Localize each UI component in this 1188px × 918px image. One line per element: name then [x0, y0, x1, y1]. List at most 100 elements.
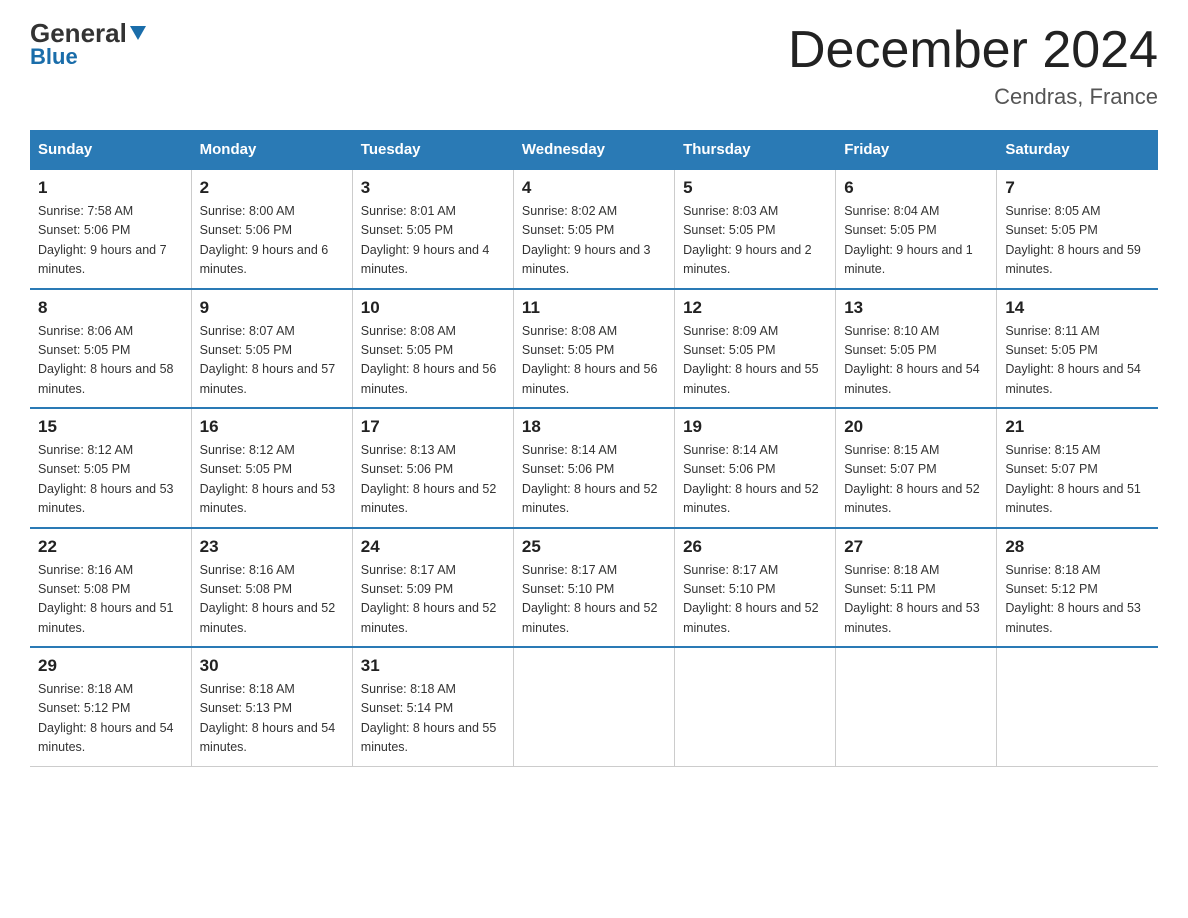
day-info: Sunrise: 8:04 AM Sunset: 5:05 PM Dayligh… — [844, 202, 988, 280]
day-number: 29 — [38, 656, 183, 676]
calendar-week-row: 8 Sunrise: 8:06 AM Sunset: 5:05 PM Dayli… — [30, 289, 1158, 409]
day-info: Sunrise: 8:15 AM Sunset: 5:07 PM Dayligh… — [844, 441, 988, 519]
day-info: Sunrise: 8:06 AM Sunset: 5:05 PM Dayligh… — [38, 322, 183, 400]
col-sunday: Sunday — [30, 131, 191, 170]
day-info: Sunrise: 8:09 AM Sunset: 5:05 PM Dayligh… — [683, 322, 827, 400]
table-row — [997, 647, 1158, 766]
col-wednesday: Wednesday — [513, 131, 674, 170]
table-row — [836, 647, 997, 766]
table-row: 28 Sunrise: 8:18 AM Sunset: 5:12 PM Dayl… — [997, 528, 1158, 648]
col-thursday: Thursday — [675, 131, 836, 170]
day-info: Sunrise: 8:18 AM Sunset: 5:12 PM Dayligh… — [1005, 561, 1150, 639]
day-number: 11 — [522, 298, 666, 318]
day-number: 4 — [522, 178, 666, 198]
logo-triangle-icon — [130, 26, 146, 40]
col-tuesday: Tuesday — [352, 131, 513, 170]
day-number: 31 — [361, 656, 505, 676]
day-number: 23 — [200, 537, 344, 557]
day-number: 17 — [361, 417, 505, 437]
table-row: 23 Sunrise: 8:16 AM Sunset: 5:08 PM Dayl… — [191, 528, 352, 648]
table-row — [675, 647, 836, 766]
logo-blue-text: Blue — [30, 44, 78, 70]
title-section: December 2024 Cendras, France — [788, 20, 1158, 110]
day-info: Sunrise: 8:18 AM Sunset: 5:13 PM Dayligh… — [200, 680, 344, 758]
table-row: 26 Sunrise: 8:17 AM Sunset: 5:10 PM Dayl… — [675, 528, 836, 648]
table-row: 16 Sunrise: 8:12 AM Sunset: 5:05 PM Dayl… — [191, 408, 352, 528]
table-row: 24 Sunrise: 8:17 AM Sunset: 5:09 PM Dayl… — [352, 528, 513, 648]
table-row: 10 Sunrise: 8:08 AM Sunset: 5:05 PM Dayl… — [352, 289, 513, 409]
table-row: 31 Sunrise: 8:18 AM Sunset: 5:14 PM Dayl… — [352, 647, 513, 766]
day-info: Sunrise: 8:14 AM Sunset: 5:06 PM Dayligh… — [522, 441, 666, 519]
day-info: Sunrise: 8:12 AM Sunset: 5:05 PM Dayligh… — [200, 441, 344, 519]
table-row — [513, 647, 674, 766]
calendar-week-row: 22 Sunrise: 8:16 AM Sunset: 5:08 PM Dayl… — [30, 528, 1158, 648]
table-row: 14 Sunrise: 8:11 AM Sunset: 5:05 PM Dayl… — [997, 289, 1158, 409]
day-info: Sunrise: 8:00 AM Sunset: 5:06 PM Dayligh… — [200, 202, 344, 280]
calendar-header-row: Sunday Monday Tuesday Wednesday Thursday… — [30, 131, 1158, 170]
day-info: Sunrise: 8:08 AM Sunset: 5:05 PM Dayligh… — [361, 322, 505, 400]
day-info: Sunrise: 8:13 AM Sunset: 5:06 PM Dayligh… — [361, 441, 505, 519]
day-number: 9 — [200, 298, 344, 318]
table-row: 11 Sunrise: 8:08 AM Sunset: 5:05 PM Dayl… — [513, 289, 674, 409]
table-row: 4 Sunrise: 8:02 AM Sunset: 5:05 PM Dayli… — [513, 169, 674, 289]
day-info: Sunrise: 8:05 AM Sunset: 5:05 PM Dayligh… — [1005, 202, 1150, 280]
day-number: 25 — [522, 537, 666, 557]
day-info: Sunrise: 8:11 AM Sunset: 5:05 PM Dayligh… — [1005, 322, 1150, 400]
day-number: 13 — [844, 298, 988, 318]
table-row: 27 Sunrise: 8:18 AM Sunset: 5:11 PM Dayl… — [836, 528, 997, 648]
calendar-week-row: 15 Sunrise: 8:12 AM Sunset: 5:05 PM Dayl… — [30, 408, 1158, 528]
logo-general-text: General — [30, 20, 146, 46]
day-info: Sunrise: 8:18 AM Sunset: 5:14 PM Dayligh… — [361, 680, 505, 758]
day-number: 21 — [1005, 417, 1150, 437]
day-number: 19 — [683, 417, 827, 437]
day-info: Sunrise: 8:16 AM Sunset: 5:08 PM Dayligh… — [200, 561, 344, 639]
day-number: 6 — [844, 178, 988, 198]
page-header: General Blue December 2024 Cendras, Fran… — [30, 20, 1158, 110]
col-saturday: Saturday — [997, 131, 1158, 170]
table-row: 13 Sunrise: 8:10 AM Sunset: 5:05 PM Dayl… — [836, 289, 997, 409]
table-row: 12 Sunrise: 8:09 AM Sunset: 5:05 PM Dayl… — [675, 289, 836, 409]
day-info: Sunrise: 8:16 AM Sunset: 5:08 PM Dayligh… — [38, 561, 183, 639]
calendar-week-row: 1 Sunrise: 7:58 AM Sunset: 5:06 PM Dayli… — [30, 169, 1158, 289]
table-row: 21 Sunrise: 8:15 AM Sunset: 5:07 PM Dayl… — [997, 408, 1158, 528]
table-row: 29 Sunrise: 8:18 AM Sunset: 5:12 PM Dayl… — [30, 647, 191, 766]
calendar-table: Sunday Monday Tuesday Wednesday Thursday… — [30, 130, 1158, 767]
calendar-week-row: 29 Sunrise: 8:18 AM Sunset: 5:12 PM Dayl… — [30, 647, 1158, 766]
day-number: 18 — [522, 417, 666, 437]
day-number: 2 — [200, 178, 344, 198]
table-row: 19 Sunrise: 8:14 AM Sunset: 5:06 PM Dayl… — [675, 408, 836, 528]
day-number: 12 — [683, 298, 827, 318]
day-number: 28 — [1005, 537, 1150, 557]
table-row: 18 Sunrise: 8:14 AM Sunset: 5:06 PM Dayl… — [513, 408, 674, 528]
table-row: 15 Sunrise: 8:12 AM Sunset: 5:05 PM Dayl… — [30, 408, 191, 528]
day-number: 8 — [38, 298, 183, 318]
day-info: Sunrise: 8:07 AM Sunset: 5:05 PM Dayligh… — [200, 322, 344, 400]
day-number: 22 — [38, 537, 183, 557]
day-info: Sunrise: 8:02 AM Sunset: 5:05 PM Dayligh… — [522, 202, 666, 280]
day-info: Sunrise: 8:17 AM Sunset: 5:09 PM Dayligh… — [361, 561, 505, 639]
day-info: Sunrise: 8:18 AM Sunset: 5:11 PM Dayligh… — [844, 561, 988, 639]
day-info: Sunrise: 8:18 AM Sunset: 5:12 PM Dayligh… — [38, 680, 183, 758]
day-number: 16 — [200, 417, 344, 437]
day-info: Sunrise: 8:10 AM Sunset: 5:05 PM Dayligh… — [844, 322, 988, 400]
logo: General Blue — [30, 20, 146, 70]
day-info: Sunrise: 8:03 AM Sunset: 5:05 PM Dayligh… — [683, 202, 827, 280]
day-number: 14 — [1005, 298, 1150, 318]
day-info: Sunrise: 8:14 AM Sunset: 5:06 PM Dayligh… — [683, 441, 827, 519]
day-number: 5 — [683, 178, 827, 198]
table-row: 2 Sunrise: 8:00 AM Sunset: 5:06 PM Dayli… — [191, 169, 352, 289]
day-number: 15 — [38, 417, 183, 437]
day-info: Sunrise: 8:17 AM Sunset: 5:10 PM Dayligh… — [522, 561, 666, 639]
day-number: 3 — [361, 178, 505, 198]
day-number: 20 — [844, 417, 988, 437]
day-number: 27 — [844, 537, 988, 557]
table-row: 25 Sunrise: 8:17 AM Sunset: 5:10 PM Dayl… — [513, 528, 674, 648]
table-row: 5 Sunrise: 8:03 AM Sunset: 5:05 PM Dayli… — [675, 169, 836, 289]
day-info: Sunrise: 8:17 AM Sunset: 5:10 PM Dayligh… — [683, 561, 827, 639]
table-row: 3 Sunrise: 8:01 AM Sunset: 5:05 PM Dayli… — [352, 169, 513, 289]
table-row: 8 Sunrise: 8:06 AM Sunset: 5:05 PM Dayli… — [30, 289, 191, 409]
day-number: 30 — [200, 656, 344, 676]
day-number: 7 — [1005, 178, 1150, 198]
day-number: 24 — [361, 537, 505, 557]
day-number: 1 — [38, 178, 183, 198]
